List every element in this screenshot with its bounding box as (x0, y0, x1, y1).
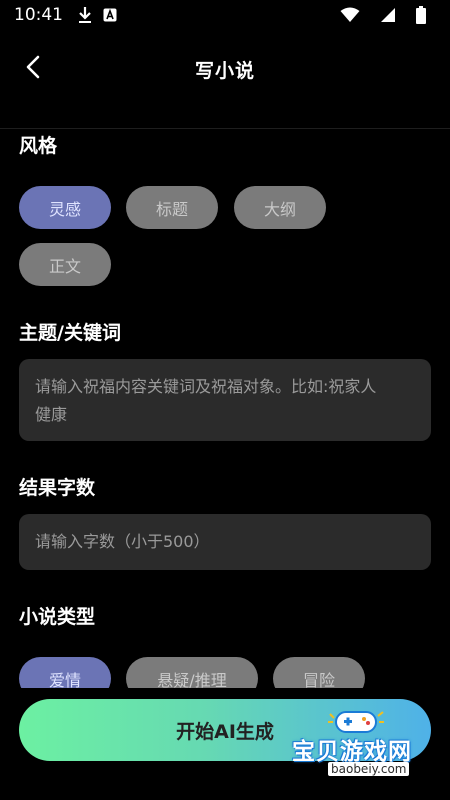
watermark: 宝贝游戏网 baobeiy.com (292, 706, 422, 786)
wordcount-input[interactable]: 请输入字数（小于500） (19, 514, 431, 570)
style-chip-body[interactable]: 正文 (19, 243, 111, 286)
keyword-placeholder-line2: 健康 (35, 405, 68, 424)
battery-icon (416, 6, 426, 24)
wifi-icon (340, 7, 360, 23)
style-chip-outline[interactable]: 大纲 (234, 186, 326, 229)
wordcount-section-title: 结果字数 (19, 477, 96, 499)
watermark-text: 宝贝游戏网 (292, 739, 412, 765)
header-divider (0, 128, 450, 129)
keyword-input[interactable]: 请输入祝福内容关键词及祝福对象。比如:祝家人 健康 (19, 359, 431, 441)
style-chip-title[interactable]: 标题 (126, 186, 218, 229)
page-title: 写小说 (194, 59, 255, 82)
status-right (340, 6, 436, 24)
download-icon (77, 6, 93, 24)
back-button[interactable] (18, 52, 48, 82)
app-header: 写小说 (0, 38, 450, 100)
style-chip-inspiration[interactable]: 灵感 (19, 186, 111, 229)
signal-icon (380, 7, 396, 23)
watermark-url: baobeiy.com (328, 762, 410, 776)
chevron-left-icon (26, 55, 40, 79)
keyword-section-title: 主题/关键词 (19, 322, 121, 344)
wordcount-placeholder: 请输入字数（小于500） (35, 532, 210, 551)
status-time: 10:41 (14, 5, 63, 25)
app-notification-icon (103, 8, 117, 22)
type-section-title: 小说类型 (19, 606, 96, 628)
status-bar: 10:41 (0, 0, 450, 30)
keyword-placeholder-line1: 请输入祝福内容关键词及祝福对象。比如:祝家人 (35, 377, 377, 396)
style-section-title: 风格 (19, 135, 58, 157)
